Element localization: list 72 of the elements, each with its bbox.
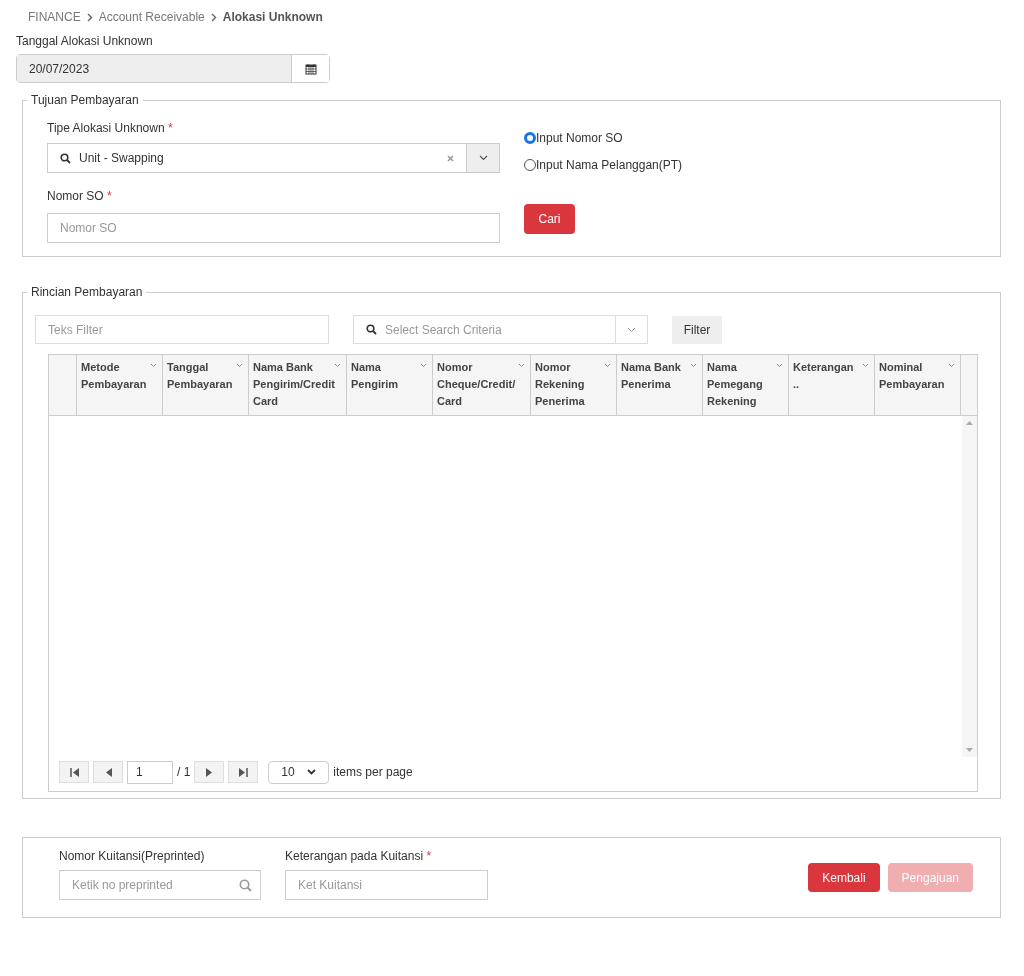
required-mark: * xyxy=(426,849,432,863)
radio-label[interactable]: Input Nomor SO xyxy=(536,129,623,147)
column-header[interactable]: Nama Pengirim xyxy=(347,355,433,415)
filter-button[interactable]: Filter xyxy=(672,315,722,344)
last-page-button[interactable] xyxy=(228,761,259,783)
column-header[interactable]: Tanggal Pembayaran xyxy=(163,355,249,415)
last-page-icon xyxy=(238,767,248,777)
chevron-down-icon[interactable] xyxy=(776,363,783,368)
chevron-down-icon[interactable] xyxy=(862,363,869,368)
breadcrumb-link[interactable]: FINANCE xyxy=(28,8,81,26)
radio-button[interactable] xyxy=(524,159,536,171)
radio-button[interactable] xyxy=(524,132,536,144)
chevron-right-icon xyxy=(210,12,217,22)
search-button[interactable]: Cari xyxy=(524,204,575,234)
column-header[interactable]: Nama Pemegang Rekening xyxy=(703,355,789,415)
filter-field[interactable]: Teks Filter xyxy=(35,315,329,344)
search-icon xyxy=(366,324,377,335)
previous-page-button[interactable] xyxy=(93,761,123,783)
search-icon xyxy=(239,879,252,892)
column-header[interactable]: Nomor Rekening Penerima xyxy=(531,355,617,415)
chevron-down-icon[interactable] xyxy=(604,363,611,368)
chevron-down-icon[interactable] xyxy=(334,363,341,368)
column-header[interactable]: Metode Pembayaran xyxy=(77,355,163,415)
next-page-button[interactable] xyxy=(194,761,225,783)
select-value: Unit - Swapping xyxy=(79,150,165,167)
column-header[interactable]: Nama Bank Penerima xyxy=(617,355,703,415)
search-icon xyxy=(60,152,71,164)
right-arrow-icon xyxy=(205,767,213,777)
chevron-down-icon xyxy=(478,155,488,161)
page-field[interactable]: 1 xyxy=(127,760,173,784)
column-header[interactable]: Nomor Cheque/Credit/ Card xyxy=(433,355,531,415)
breadcrumb-link[interactable]: Account Receivable xyxy=(98,8,205,26)
chevron-down-icon[interactable] xyxy=(420,363,427,368)
page-total: / 1 xyxy=(177,764,191,781)
field-label: Nomor SO xyxy=(47,189,104,203)
scrollbar[interactable] xyxy=(962,416,977,757)
action-button[interactable]: Kembali xyxy=(808,863,880,892)
chevron-down-icon xyxy=(627,326,636,333)
chevron-down-icon[interactable] xyxy=(236,363,243,368)
breadcrumb-current: Alokasi Unknown xyxy=(222,9,323,26)
left-arrow-icon xyxy=(104,767,112,777)
field-label: Tanggal Alokasi Unknown xyxy=(16,33,153,50)
type-select[interactable]: Unit - Swapping xyxy=(47,143,500,173)
required-mark: * xyxy=(167,121,173,135)
first-page-icon xyxy=(69,767,79,777)
column-header[interactable]: Nominal Pembayaran xyxy=(875,355,961,415)
column-header[interactable]: Keterangan .. xyxy=(789,355,875,415)
page-size-label: items per page xyxy=(333,764,413,781)
chevron-right-icon xyxy=(86,12,93,22)
field-label: Tipe Alokasi Unknown xyxy=(47,121,165,135)
chevron-down-icon[interactable] xyxy=(150,363,157,368)
chevron-down-icon[interactable] xyxy=(690,363,697,368)
panel-title: Rincian Pembayaran xyxy=(30,284,144,301)
panel-title: Tujuan Pembayaran xyxy=(30,92,140,109)
chevron-down-icon[interactable] xyxy=(518,363,525,368)
input-field[interactable]: Ketik no preprinted xyxy=(59,870,261,900)
input-field[interactable]: Ket Kuitansi xyxy=(285,870,488,900)
chevron-down-icon xyxy=(307,769,317,775)
scroll-down-icon[interactable] xyxy=(966,748,973,753)
dropdown-toggle[interactable] xyxy=(466,144,499,172)
field-label: Keterangan pada Kuitansi xyxy=(285,849,424,863)
required-mark: * xyxy=(107,189,112,203)
column-header[interactable]: Nama Bank Pengirim/Credit Card xyxy=(249,355,347,415)
radio-label[interactable]: Input Nama Pelanggan(PT) xyxy=(536,156,683,174)
select-placeholder: Select Search Criteria xyxy=(385,321,503,339)
scroll-up-icon[interactable] xyxy=(966,420,973,425)
chevron-down-icon[interactable] xyxy=(948,363,955,368)
clear-icon[interactable] xyxy=(447,154,454,162)
input-field[interactable]: Nomor SO xyxy=(47,213,500,243)
first-page-button[interactable] xyxy=(59,761,89,783)
field-label: Nomor Kuitansi(Preprinted) xyxy=(59,848,205,865)
page-size-select[interactable]: 10 xyxy=(268,760,330,784)
